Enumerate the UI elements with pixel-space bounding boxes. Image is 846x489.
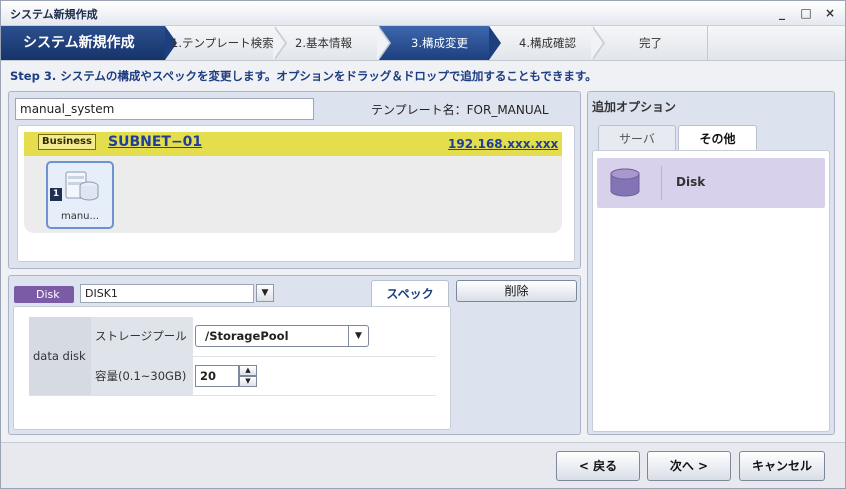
option-divider xyxy=(661,166,662,200)
close-button[interactable]: × xyxy=(821,4,839,22)
options-list: Disk xyxy=(592,150,830,432)
disk-type-badge: Disk xyxy=(14,286,74,303)
subnet-address-link[interactable]: 192.168.xxx.xxx xyxy=(448,137,558,151)
delete-button[interactable]: 削除 xyxy=(456,280,577,302)
spec-table: data disk ストレージプール /StoragePool ▼ 容量(0.1… xyxy=(29,317,436,396)
cancel-button[interactable]: キャンセル xyxy=(739,451,825,481)
subnet-name-link[interactable]: SUBNET−01 xyxy=(108,134,202,150)
options-title: 追加オプション xyxy=(592,100,677,114)
storage-pool-select[interactable]: /StoragePool ▼ xyxy=(195,325,369,348)
tab-spec[interactable]: スペック xyxy=(371,280,449,306)
node-number-badge: 1 xyxy=(50,188,62,201)
step-template-search: 1.テンプレート検索 xyxy=(171,36,274,50)
disk-icon xyxy=(610,168,640,197)
storage-pool-label: ストレージプール xyxy=(91,317,193,357)
configuration-panel: manual_system テンプレート名：FOR_MANUAL Busines… xyxy=(8,91,581,269)
section-label: data disk xyxy=(29,317,91,396)
title-bar: システム新規作成 _ □ × xyxy=(1,1,845,26)
subnet-tag-badge: Business xyxy=(38,134,96,150)
next-button[interactable]: 次へ > xyxy=(647,451,731,481)
capacity-label: 容量(0.1~30GB) xyxy=(91,356,193,396)
step-basic-info: 2.基本情報 xyxy=(295,36,352,50)
step-separator xyxy=(591,26,603,60)
footer-bar: < 戻る 次へ > キャンセル xyxy=(1,442,845,488)
tab-other[interactable]: その他 xyxy=(678,125,757,151)
detail-panel: Disk DISK1 ▼ スペック 削除 data disk ストレージプール … xyxy=(8,275,581,435)
chevron-down-icon: ▼ xyxy=(348,326,368,347)
option-item-label: Disk xyxy=(676,175,706,189)
spec-content: data disk ストレージプール /StoragePool ▼ 容量(0.1… xyxy=(13,306,451,430)
server-icon xyxy=(65,171,99,201)
step-divider xyxy=(707,26,708,60)
dialog-window: システム新規作成 _ □ × システム新規作成 1.テンプレート検索 2.基本情… xyxy=(0,0,846,489)
tab-server[interactable]: サーバ xyxy=(598,125,676,151)
template-name-label: テンプレート名：FOR_MANUAL xyxy=(371,103,549,117)
disk-select-dropdown-button[interactable]: ▼ xyxy=(256,284,274,302)
step-description: Step 3. システムの構成やスペックを変更します。オプションをドラッグ＆ドロ… xyxy=(10,69,597,83)
server-node[interactable]: 1 manu... xyxy=(46,161,114,229)
capacity-input[interactable]: 20 xyxy=(195,364,239,387)
maximize-button[interactable]: □ xyxy=(797,4,815,22)
capacity-stepper[interactable]: 20 ▲ ▼ xyxy=(195,364,257,387)
step-complete: 完了 xyxy=(639,36,662,50)
step-separator xyxy=(273,26,285,60)
wizard-title: システム新規作成 xyxy=(1,26,165,60)
subnet-block: Business SUBNET−01 192.168.xxx.xxx 1 man… xyxy=(24,132,562,233)
storage-pool-value: /StoragePool xyxy=(205,329,289,344)
back-button[interactable]: < 戻る xyxy=(556,451,640,481)
wizard-steps: システム新規作成 1.テンプレート検索 2.基本情報 3.構成変更 4.構成確認… xyxy=(1,26,845,61)
disk-name-field[interactable]: DISK1 xyxy=(80,284,254,303)
step-config-change: 3.構成変更 xyxy=(379,26,489,60)
stepper-down-button[interactable]: ▼ xyxy=(239,375,257,387)
configuration-canvas: Business SUBNET−01 192.168.xxx.xxx 1 man… xyxy=(17,125,575,262)
system-name-input[interactable]: manual_system xyxy=(15,98,314,120)
step-separator xyxy=(489,26,501,60)
node-label: manu... xyxy=(60,211,100,222)
step-separator xyxy=(377,26,389,60)
window-title: システム新規作成 xyxy=(10,8,98,21)
subnet-header: Business SUBNET−01 192.168.xxx.xxx xyxy=(24,132,562,156)
options-panel: 追加オプション サーバ その他 Disk xyxy=(587,91,835,435)
step-config-confirm: 4.構成確認 xyxy=(519,36,576,50)
option-item-disk[interactable]: Disk xyxy=(597,158,825,208)
stepper-up-button[interactable]: ▲ xyxy=(239,364,257,376)
minimize-button[interactable]: _ xyxy=(773,4,791,22)
